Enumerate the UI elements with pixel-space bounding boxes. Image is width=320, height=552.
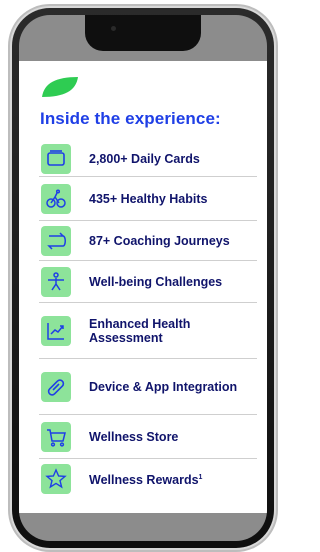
trend-chart-icon (41, 315, 71, 346)
item-label: 87+ Coaching Journeys (89, 233, 230, 248)
list-item: 2,800+ Daily Cards (39, 141, 257, 177)
cards-icon (41, 143, 71, 174)
list-item: 87+ Coaching Journeys (39, 221, 257, 261)
feature-list: 2,800+ Daily Cards 435+ Healthy Habits 8… (39, 141, 257, 499)
item-label: 435+ Healthy Habits (89, 191, 208, 206)
phone-screen: Inside the experience: 2,800+ Daily Card… (19, 15, 267, 541)
screen-content: Inside the experience: 2,800+ Daily Card… (19, 61, 267, 513)
camera-dot (111, 26, 116, 31)
bicycle-icon (41, 183, 71, 214)
item-label: Device & App Integration (89, 379, 238, 394)
item-label: Enhanced Health Assessment (89, 316, 191, 345)
list-item: Wellness Store (39, 415, 257, 459)
cart-icon (41, 421, 71, 452)
star-icon (41, 464, 71, 494)
section-heading: Inside the experience: (40, 109, 221, 128)
list-item: 435+ Healthy Habits (39, 177, 257, 221)
list-item: Device & App Integration (39, 359, 257, 415)
exercise-icon (41, 266, 71, 297)
notch (85, 15, 201, 51)
phone-frame: Inside the experience: 2,800+ Daily Card… (12, 8, 274, 548)
link-icon (41, 371, 71, 402)
item-label: Well-being Challenges (89, 274, 223, 289)
route-icon (41, 225, 71, 256)
item-label: 2,800+ Daily Cards (89, 151, 200, 166)
leaf-logo-icon (42, 77, 78, 97)
list-item: Wellness Rewards1 (39, 459, 257, 499)
item-label: Wellness Store (89, 429, 179, 444)
item-label: Wellness Rewards1 (89, 473, 203, 488)
list-item: Enhanced Health Assessment (39, 303, 257, 359)
list-item: Well-being Challenges (39, 261, 257, 303)
